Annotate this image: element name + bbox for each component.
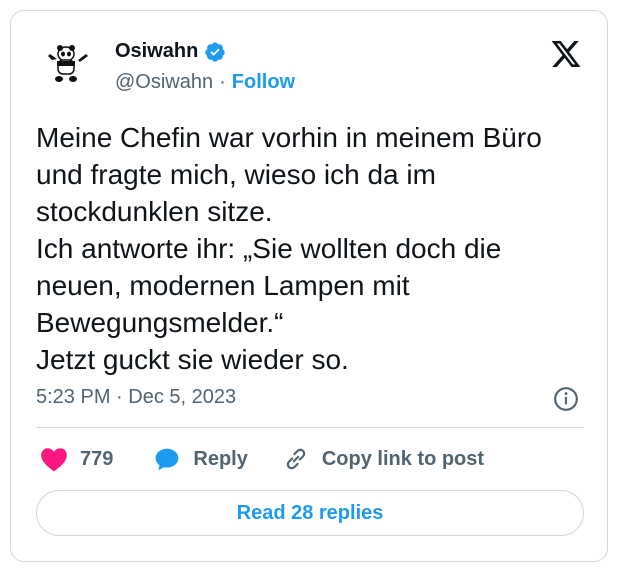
post-text-line: Jetzt guckt sie wieder so. bbox=[36, 344, 349, 375]
reply-bubble-icon bbox=[156, 448, 179, 471]
separator-dot: · bbox=[219, 71, 226, 93]
author-name-row[interactable]: Osiwahn bbox=[115, 40, 226, 63]
link-icon bbox=[286, 448, 306, 470]
author-handle-row: @Osiwahn · Follow bbox=[115, 71, 295, 94]
follow-button[interactable]: Follow bbox=[232, 71, 295, 94]
action-bar: 779 Reply Copy link to post bbox=[40, 446, 484, 472]
post-text-line: Meine Chefin war vorhin in meinem Büro bbox=[36, 122, 542, 153]
post-text-line: stockdunklen sitze. bbox=[36, 196, 273, 227]
like-button[interactable]: 779 bbox=[40, 446, 113, 472]
x-logo-icon[interactable] bbox=[550, 38, 582, 70]
copy-link-label: Copy link to post bbox=[321, 447, 485, 470]
post-text: Meine Chefin war vorhin in meinem Büro u… bbox=[36, 119, 586, 378]
copy-link-button[interactable]: Copy link to post bbox=[282, 446, 484, 472]
post-text-line: neuen, modernen Lampen mit bbox=[36, 270, 410, 301]
info-icon[interactable] bbox=[553, 386, 579, 412]
reply-label: Reply bbox=[193, 447, 248, 470]
reply-button[interactable]: Reply bbox=[153, 446, 248, 472]
post-text-line: Ich antworte ihr: „Sie wollten doch die bbox=[36, 233, 502, 264]
post-text-line: Bewegungsmelder.“ bbox=[36, 307, 284, 338]
like-count: 779 bbox=[80, 447, 114, 470]
heart-icon bbox=[41, 448, 67, 472]
verified-badge-icon bbox=[205, 41, 225, 62]
author-handle[interactable]: @Osiwahn bbox=[115, 71, 213, 94]
post-timestamp[interactable]: 5:23 PM · Dec 5, 2023 bbox=[36, 386, 236, 409]
post-text-line: und fragte mich, wieso ich da im bbox=[36, 159, 436, 190]
divider bbox=[36, 427, 584, 428]
panda-avatar[interactable] bbox=[44, 38, 92, 86]
read-replies-button[interactable]: Read 28 replies bbox=[36, 490, 584, 536]
author-display-name[interactable]: Osiwahn bbox=[115, 40, 198, 63]
